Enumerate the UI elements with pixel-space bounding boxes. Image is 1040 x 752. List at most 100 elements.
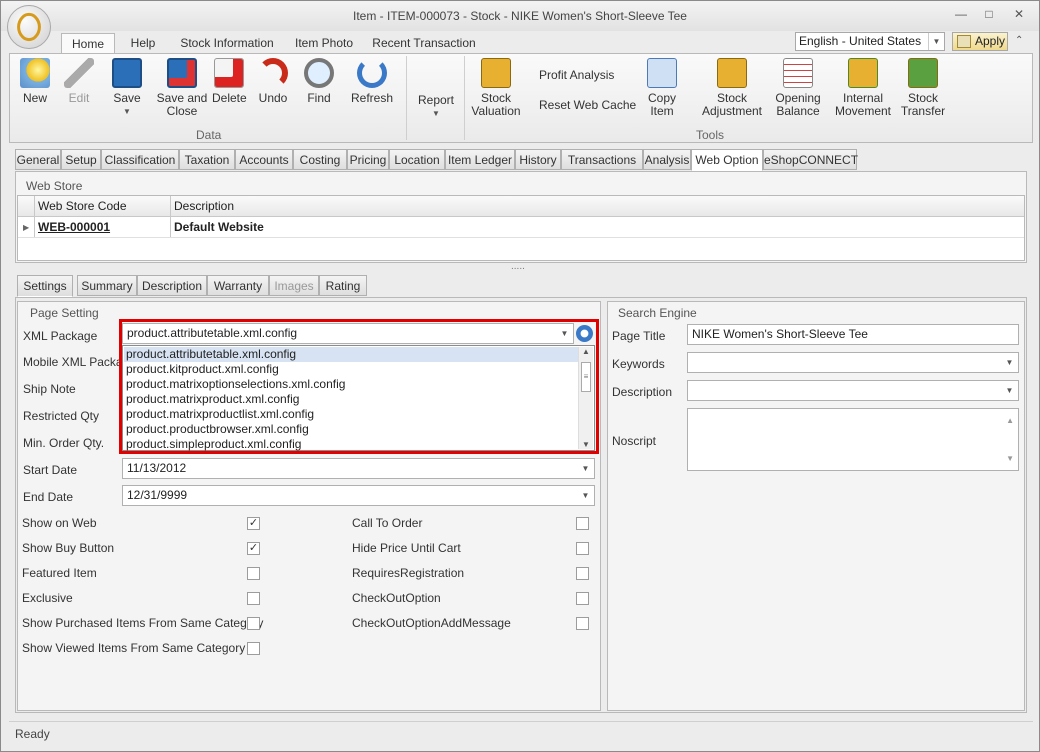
left-option-2-checkbox[interactable]	[247, 567, 260, 580]
edit-button[interactable]: Edit	[62, 58, 96, 105]
subtab-summary[interactable]: Summary	[77, 275, 137, 296]
right-option-1-label: Hide Price Until Cart	[352, 541, 461, 555]
end-date-label: End Date	[23, 490, 74, 504]
tab-help[interactable]: Help	[125, 33, 161, 53]
subtab-description[interactable]: Description	[137, 275, 207, 296]
chevron-down-icon: ▼	[581, 464, 590, 473]
tab-analysis[interactable]: Analysis	[643, 149, 691, 170]
web-store-code-link[interactable]: WEB-000001	[38, 217, 110, 238]
language-select[interactable]: English - United States ▼	[795, 32, 945, 51]
tab-setup[interactable]: Setup	[61, 149, 101, 170]
tab-classification[interactable]: Classification	[101, 149, 179, 170]
stock-transfer-button[interactable]: Stock Transfer	[896, 58, 950, 118]
undo-button[interactable]: Undo	[256, 58, 290, 105]
save-and-close-button[interactable]: Save and Close	[156, 58, 208, 118]
save-button[interactable]: Save ▼	[110, 58, 144, 118]
copy-item-button[interactable]: Copy Item	[636, 58, 688, 118]
edit-label: Edit	[68, 91, 90, 105]
tab-stock-information[interactable]: Stock Information	[177, 33, 277, 53]
minimize-icon[interactable]: —	[949, 7, 973, 23]
tab-eshopconnect[interactable]: eShopCONNECT	[763, 149, 858, 170]
delete-button[interactable]: Delete	[212, 58, 247, 105]
find-button[interactable]: Find	[302, 58, 336, 105]
tab-history[interactable]: History	[515, 149, 561, 170]
grid-header	[18, 196, 1024, 217]
subtab-settings[interactable]: Settings	[17, 275, 73, 297]
table-row[interactable]	[18, 217, 1024, 238]
stock-valuation-button[interactable]: Stock Valuation	[470, 58, 522, 118]
stock-transfer-icon	[908, 58, 938, 88]
col-description: Description	[174, 199, 235, 213]
start-date-field[interactable]: 11/13/2012 ▼	[122, 458, 595, 479]
left-option-3-checkbox[interactable]	[247, 592, 260, 605]
tab-item-ledger[interactable]: Item Ledger	[445, 149, 515, 170]
row-indicator-icon: ▶	[23, 223, 30, 232]
profit-analysis-button[interactable]: Profit Analysis	[539, 68, 614, 82]
internal-movement-label: Internal Movement	[834, 91, 892, 118]
end-date-field[interactable]: 12/31/9999 ▼	[122, 485, 595, 506]
right-option-3-checkbox[interactable]	[576, 592, 589, 605]
app-menu-button[interactable]	[7, 5, 51, 49]
ribbon-separator	[464, 56, 465, 140]
refresh-button[interactable]: Refresh	[350, 58, 394, 105]
tab-transactions[interactable]: Transactions	[561, 149, 643, 170]
reset-web-cache-button[interactable]: Reset Web Cache	[539, 98, 636, 112]
page-title-field[interactable]: NIKE Women's Short-Sleeve Tee	[687, 324, 1019, 345]
new-button[interactable]: New	[18, 58, 52, 105]
keywords-field[interactable]: ▼	[687, 352, 1019, 373]
left-option-0-checkbox[interactable]: ✓	[247, 517, 260, 530]
highlight-box	[119, 319, 599, 454]
stock-valuation-icon	[481, 58, 511, 88]
ship-note-label: Ship Note	[23, 382, 76, 396]
maximize-icon[interactable]: □	[977, 7, 1001, 23]
tools-group-label: Tools	[696, 128, 725, 142]
language-value: English - United States	[799, 34, 922, 48]
subtab-warranty[interactable]: Warranty	[207, 275, 269, 296]
tab-accounts[interactable]: Accounts	[235, 149, 293, 170]
window-title: Item - ITEM-000073 - Stock - NIKE Women'…	[353, 9, 687, 23]
tab-pricing[interactable]: Pricing	[347, 149, 389, 170]
right-option-4-checkbox[interactable]	[576, 617, 589, 630]
left-option-4-checkbox[interactable]	[247, 617, 260, 630]
tab-web-option[interactable]: Web Option	[691, 149, 763, 171]
close-icon[interactable]: ✕	[1007, 7, 1031, 23]
splitter-handle[interactable]: .....	[511, 261, 525, 272]
left-option-5-label: Show Viewed Items From Same Category	[22, 641, 246, 655]
subtab-rating[interactable]: Rating	[319, 275, 367, 296]
tab-costing[interactable]: Costing	[293, 149, 347, 170]
opening-balance-button[interactable]: Opening Balance	[770, 58, 826, 118]
collapse-ribbon-icon[interactable]: ⌃	[1015, 35, 1023, 46]
tab-home[interactable]: Home	[61, 33, 115, 53]
left-option-0-label: Show on Web	[22, 516, 97, 530]
tab-taxation[interactable]: Taxation	[179, 149, 235, 170]
right-option-2-checkbox[interactable]	[576, 567, 589, 580]
left-option-1-label: Show Buy Button	[22, 541, 115, 555]
chevron-down-icon: ▼	[1005, 386, 1014, 395]
stock-adjustment-button[interactable]: Stock Adjustment	[700, 58, 764, 118]
left-option-5-checkbox[interactable]	[247, 642, 260, 655]
apply-button[interactable]: Apply	[952, 32, 1008, 51]
scroll-up-icon[interactable]: ▲	[1006, 411, 1014, 430]
new-label: New	[22, 91, 47, 105]
new-icon	[20, 58, 50, 88]
tab-general[interactable]: General	[15, 149, 61, 170]
delete-icon	[214, 58, 244, 88]
save-close-label: Save and Close	[156, 91, 208, 118]
internal-movement-button[interactable]: Internal Movement	[832, 58, 894, 118]
tab-item-photo[interactable]: Item Photo	[291, 33, 357, 53]
scroll-down-icon[interactable]: ▼	[1006, 449, 1014, 468]
find-label: Find	[307, 91, 331, 105]
left-option-1-checkbox[interactable]: ✓	[247, 542, 260, 555]
tab-location[interactable]: Location	[389, 149, 445, 170]
title-bar: Item - ITEM-000073 - Stock - NIKE Women'…	[1, 1, 1039, 31]
web-store-description: Default Website	[174, 220, 264, 234]
tab-recent-transaction[interactable]: Recent Transaction	[371, 33, 477, 53]
report-button[interactable]: Report ▼	[414, 94, 458, 120]
chevron-down-icon: ▼	[432, 109, 440, 118]
description-field[interactable]: ▼	[687, 380, 1019, 401]
web-store-grid: Web Store Code Description ▶ WEB-000001 …	[17, 195, 1025, 261]
right-option-1-checkbox[interactable]	[576, 542, 589, 555]
subtab-images[interactable]: Images	[269, 275, 319, 296]
right-option-0-checkbox[interactable]	[576, 517, 589, 530]
noscript-field[interactable]: ▲ ▼	[687, 408, 1019, 471]
